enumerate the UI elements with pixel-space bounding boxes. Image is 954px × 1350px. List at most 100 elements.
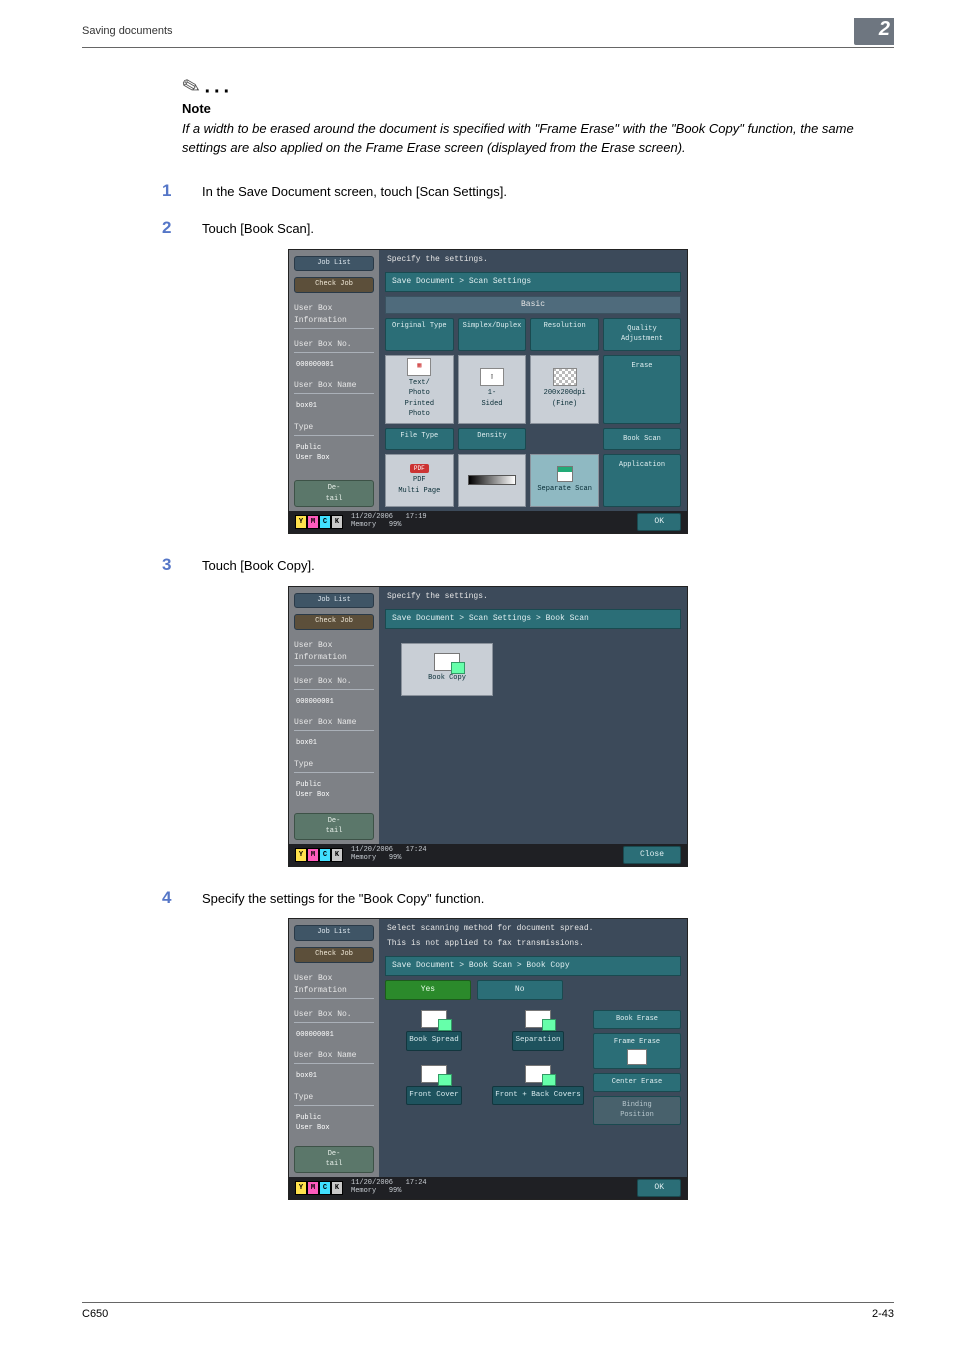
step-number: 1 <box>162 178 180 204</box>
density-icon <box>468 475 515 485</box>
sidebar-type-label: Type <box>294 759 374 773</box>
screenshot-book-copy: Job List Check Job User Box Information … <box>288 918 688 1199</box>
foot-mem-value: 99% <box>389 521 402 529</box>
screenshot-footer: Y M C K 11/20/2006 17:19 Memory 99% OK <box>289 511 687 533</box>
chapter-badge: 2 <box>854 18 894 45</box>
center-erase-button[interactable]: Center Erase <box>593 1073 681 1092</box>
photo-icon: ▦ <box>407 358 431 376</box>
panel-headline: Specify the settings. <box>387 591 681 603</box>
toner-k-icon: K <box>331 848 343 862</box>
col-resolution: Resolution <box>530 318 599 351</box>
toner-m-icon: M <box>307 1181 319 1195</box>
toner-levels: Y M C K <box>295 515 343 529</box>
book-spread-icon <box>421 1010 447 1028</box>
close-button[interactable]: Close <box>623 846 681 864</box>
check-job-button[interactable]: Check Job <box>294 947 374 963</box>
toner-k-icon: K <box>331 515 343 529</box>
col-original-type: Original Type <box>385 318 454 351</box>
check-job-button[interactable]: Check Job <box>294 614 374 630</box>
sidebar-userbox-name-value: box01 <box>294 401 374 412</box>
front-cover-button[interactable]: Front Cover <box>406 1086 462 1105</box>
yes-button[interactable]: Yes <box>385 980 471 1000</box>
toner-levels: Y M C K <box>295 1181 343 1195</box>
step-text: Specify the settings for the "Book Copy"… <box>202 889 484 909</box>
tab-basic[interactable]: Basic <box>385 296 681 314</box>
screenshot-sidebar: Job List Check Job User Box Information … <box>289 919 379 1176</box>
sidebar-type-value: Public User Box <box>294 780 374 801</box>
front-back-covers-button[interactable]: Front + Back Covers <box>492 1086 584 1105</box>
page-footer-left: C650 <box>82 1306 108 1323</box>
foot-mem-value: 99% <box>389 854 402 862</box>
density-option[interactable] <box>458 454 527 507</box>
toner-c-icon: C <box>319 515 331 529</box>
detail-button[interactable]: De- tail <box>294 813 374 840</box>
separate-scan-icon <box>557 466 573 482</box>
screenshot-mainpane: Specify the settings. Save Document > Sc… <box>379 587 687 844</box>
foot-mem-value: 99% <box>389 1187 402 1195</box>
book-scan-button[interactable]: Book Scan <box>603 428 681 451</box>
ok-button[interactable]: OK <box>637 1179 681 1197</box>
original-type-option[interactable]: ▦ Text/ Photo Printed Photo <box>385 355 454 424</box>
toner-c-icon: C <box>319 1181 331 1195</box>
step-number: 4 <box>162 885 180 911</box>
note-title: Note <box>182 99 894 119</box>
check-job-button[interactable]: Check Job <box>294 277 374 293</box>
application-button[interactable]: Application <box>603 454 681 507</box>
detail-button[interactable]: De- tail <box>294 1146 374 1173</box>
screenshot-mainpane: Specify the settings. Save Document > Sc… <box>379 250 687 512</box>
sidebar-userbox-info-label: User Box Information <box>294 640 374 666</box>
foot-time: 17:24 <box>406 1179 427 1187</box>
toner-levels: Y M C K <box>295 848 343 862</box>
erase-button[interactable]: Erase <box>603 355 681 424</box>
col-density: Density <box>458 428 527 451</box>
job-list-tab[interactable]: Job List <box>294 925 374 941</box>
col-file-type: File Type <box>385 428 454 451</box>
sidebar-type-label: Type <box>294 1092 374 1106</box>
foot-mem-label: Memory <box>351 1187 376 1195</box>
book-copy-option[interactable]: Book Copy <box>401 643 493 696</box>
binding-position-button[interactable]: Binding Position <box>593 1096 681 1125</box>
frame-erase-label: Frame Erase <box>614 1038 660 1046</box>
ellipsis-icon: ... <box>204 76 233 98</box>
sidebar-type-value: Public User Box <box>294 443 374 464</box>
sidebar-userbox-name-value: box01 <box>294 1071 374 1082</box>
job-list-tab[interactable]: Job List <box>294 593 374 609</box>
note-block: ✎... Note If a width to be erased around… <box>182 70 894 158</box>
file-type-option[interactable]: PDF PDF Multi Page <box>385 454 454 507</box>
screenshot-mainpane: Select scanning method for document spre… <box>379 919 687 1176</box>
frame-erase-button[interactable]: Frame Erase <box>593 1033 681 1070</box>
job-list-tab[interactable]: Job List <box>294 256 374 272</box>
col-simplex-duplex: Simplex/Duplex <box>458 318 527 351</box>
sidebar-userbox-no-label: User Box No. <box>294 1009 374 1023</box>
screenshot-footer: Y M C K 11/20/2006 17:24 Memory 99% OK <box>289 1177 687 1199</box>
book-spread-button[interactable]: Book Spread <box>406 1031 462 1050</box>
header-rule <box>82 47 894 48</box>
panel-headline-1: Select scanning method for document spre… <box>387 923 681 935</box>
screenshot-footer: Y M C K 11/20/2006 17:24 Memory 99% Clos… <box>289 844 687 866</box>
book-copy-label: Book Copy <box>428 673 466 684</box>
screenshot-book-scan: Job List Check Job User Box Information … <box>288 586 688 867</box>
sidebar-userbox-name-label: User Box Name <box>294 1050 374 1064</box>
foot-mem-label: Memory <box>351 854 376 862</box>
panel-headline-2: This is not applied to fax transmissions… <box>387 938 681 950</box>
step-text: In the Save Document screen, touch [Scan… <box>202 182 507 202</box>
note-body: If a width to be erased around the docum… <box>182 119 894 158</box>
page-footer-right: 2-43 <box>872 1306 894 1323</box>
sidebar-userbox-no-value: 000000001 <box>294 1030 374 1041</box>
sidebar-userbox-no-label: User Box No. <box>294 339 374 353</box>
ok-button[interactable]: OK <box>637 513 681 531</box>
sidebar-userbox-info-label: User Box Information <box>294 303 374 329</box>
no-button[interactable]: No <box>477 980 563 1000</box>
breadcrumb: Save Document > Scan Settings > Book Sca… <box>385 609 681 629</box>
separate-scan-option[interactable]: Separate Scan <box>530 454 599 507</box>
foot-time: 17:19 <box>406 513 427 521</box>
separation-button[interactable]: Separation <box>512 1031 563 1050</box>
simplex-option[interactable]: ▯ 1- Sided <box>458 355 527 424</box>
running-head: Saving documents <box>82 23 173 40</box>
quality-adjustment-button[interactable]: Quality Adjustment <box>603 318 681 351</box>
resolution-option[interactable]: 200x200dpi (Fine) <box>530 355 599 424</box>
book-erase-label: Book Erase <box>593 1010 681 1029</box>
detail-button[interactable]: De- tail <box>294 480 374 507</box>
foot-time: 17:24 <box>406 846 427 854</box>
screenshot-sidebar: Job List Check Job User Box Information … <box>289 250 379 512</box>
